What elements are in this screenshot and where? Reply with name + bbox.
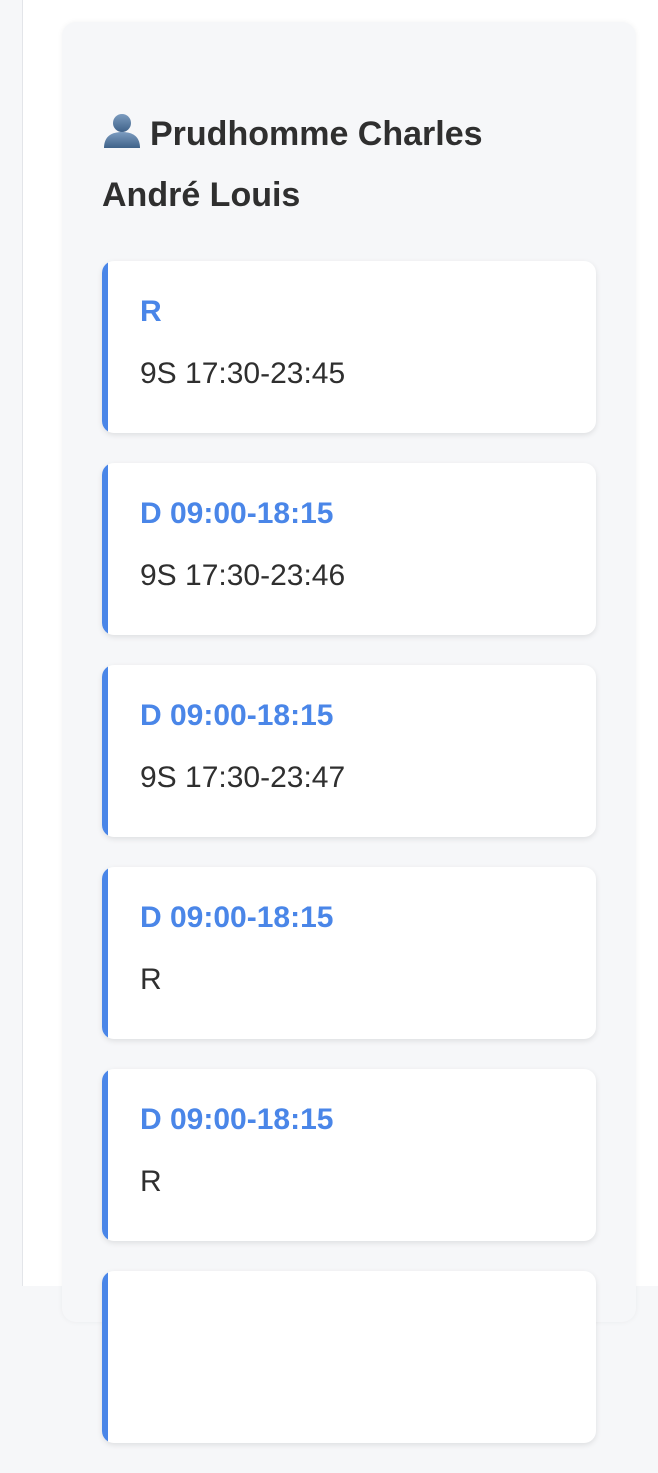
shift-detail: R <box>140 963 162 996</box>
shift-detail: 9S 17:30-23:46 <box>140 559 346 592</box>
shift-title: D 09:00-18:15 <box>140 901 334 934</box>
person-name: Prudhomme Charles André Louis <box>102 115 483 214</box>
shift-title: D 09:00-18:15 <box>140 497 334 530</box>
shift-card[interactable]: R 9S 17:30-23:45 <box>102 261 596 433</box>
shift-card[interactable]: D 09:00-18:15 R <box>102 867 596 1039</box>
shift-card[interactable]: D 09:00-18:15 9S 17:30-23:46 <box>102 463 596 635</box>
shift-card[interactable]: D 09:00-18:15 R <box>102 1069 596 1241</box>
shift-title: D 09:00-18:15 <box>140 699 334 732</box>
user-icon <box>102 107 142 148</box>
shift-detail: 9S 17:30-23:45 <box>140 357 346 390</box>
shift-card[interactable]: D 09:00-18:15 9S 17:30-23:47 <box>102 665 596 837</box>
person-schedule-card: Prudhomme Charles André Louis R 9S 17:30… <box>62 22 636 1443</box>
shift-title: R <box>140 295 162 328</box>
left-sidebar-edge <box>0 0 23 1286</box>
shift-detail: 9S 17:30-23:47 <box>140 761 346 794</box>
person-heading: Prudhomme Charles André Louis <box>102 104 572 226</box>
shift-title: D 09:00-18:15 <box>140 1103 334 1136</box>
shift-list: R 9S 17:30-23:45 D 09:00-18:15 9S 17:30-… <box>102 261 596 1473</box>
shift-detail: R <box>140 1165 162 1198</box>
shift-card[interactable] <box>102 1271 596 1443</box>
